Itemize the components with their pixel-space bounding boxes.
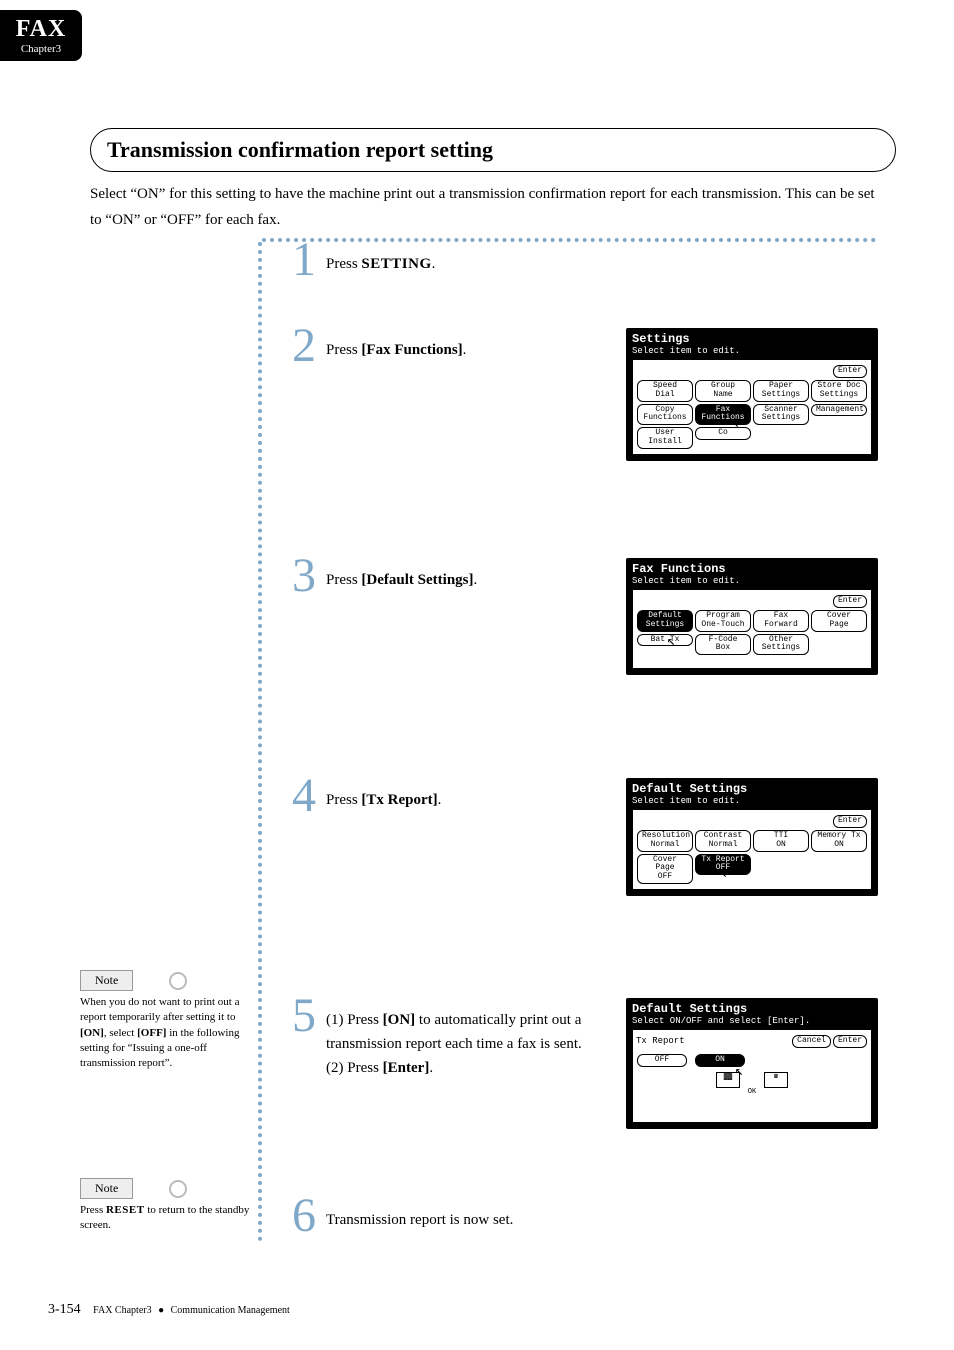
note-label: Note — [80, 970, 133, 991]
step-2: 2 Press [Fax Functions]. Settings Select… — [282, 322, 878, 552]
fax-forward-button[interactable]: Fax Forward — [753, 610, 809, 632]
step-text: Press [Default Settings]. — [326, 552, 608, 592]
cancel-button[interactable]: Cancel — [792, 1035, 831, 1048]
intro-paragraph: Select “ON” for this setting to have the… — [90, 182, 878, 233]
footer-chapter: FAX Chapter3 — [93, 1305, 151, 1316]
lcd-subtitle: Select ON/OFF and select [Enter]. — [632, 1016, 872, 1027]
cursor-icon: ↖ — [731, 416, 739, 433]
scanner-settings-button[interactable]: Scanner Settings — [753, 404, 809, 426]
off-button[interactable]: OFF — [637, 1054, 687, 1067]
ok-label: OK — [636, 1088, 868, 1096]
lcd-default-settings: Default Settings Select item to edit. En… — [626, 778, 878, 896]
lcd-subtitle: Select item to edit. — [632, 576, 872, 587]
cursor-icon: ↖ — [735, 1064, 743, 1081]
program-onetouch-button[interactable]: Program One-Touch — [695, 610, 751, 632]
lcd-fax-functions: Fax Functions Select item to edit. Enter… — [626, 558, 878, 675]
group-name-button[interactable]: Group Name — [695, 380, 751, 402]
lcd-title: Fax Functions — [632, 562, 872, 576]
memory-tx-button[interactable]: Memory TxON — [811, 830, 867, 852]
tab-title: FAX — [0, 16, 82, 43]
cover-page-button[interactable]: Cover Page — [811, 610, 867, 632]
tx-report-label: Tx Report — [636, 1036, 685, 1047]
other-settings-button[interactable]: Other Settings — [753, 634, 809, 656]
note-5: Note When you do not want to print out a… — [80, 970, 252, 1072]
cover-page-button[interactable]: Cover PageOFF — [637, 854, 693, 884]
paper-settings-button[interactable]: Paper Settings — [753, 380, 809, 402]
store-doc-button[interactable]: Store Doc Settings — [811, 380, 867, 402]
default-settings-button[interactable]: Default Settings — [637, 610, 693, 632]
lcd-subtitle: Select item to edit. — [632, 796, 872, 807]
batch-tx-button[interactable]: Bat Tx — [637, 634, 693, 647]
tti-button[interactable]: TTION — [753, 830, 809, 852]
enter-button[interactable]: Enter — [833, 595, 867, 608]
user-install-button[interactable]: User Install — [637, 427, 693, 449]
contrast-button[interactable]: ContrastNormal — [695, 830, 751, 852]
cursor-icon: ↖ — [667, 634, 675, 651]
step-number: 2 — [282, 322, 326, 370]
lcd-subtitle: Select item to edit. — [632, 346, 872, 357]
note-circle-icon — [169, 1180, 187, 1198]
note-label: Note — [80, 1178, 133, 1199]
tab-subtitle: Chapter3 — [0, 43, 82, 55]
step-text: Transmission report is now set. — [326, 1192, 878, 1232]
co-button[interactable]: Co — [695, 427, 751, 440]
enter-button[interactable]: Enter — [833, 815, 867, 828]
section-heading-text: Transmission confirmation report setting — [107, 137, 493, 162]
resolution-button[interactable]: ResolutionNormal — [637, 830, 693, 852]
fax-functions-button[interactable]: Fax Functions — [695, 404, 751, 426]
step-3: 3 Press [Default Settings]. Fax Function… — [282, 552, 878, 772]
lcd-tx-report: Default Settings Select ON/OFF and selec… — [626, 998, 878, 1129]
speed-dial-button[interactable]: Speed Dial — [637, 380, 693, 402]
lcd-title: Default Settings — [632, 782, 872, 796]
footer-section: Communication Management — [171, 1305, 290, 1316]
step-4: 4 Press [Tx Report]. Default Settings Se… — [282, 772, 878, 992]
enter-button[interactable]: Enter — [833, 365, 867, 378]
lcd-title: Settings — [632, 332, 872, 346]
page-number: 3-154 — [48, 1302, 81, 1317]
fax-machine-icon: ☎ — [764, 1072, 788, 1088]
chapter-tab: FAX Chapter3 — [0, 10, 82, 61]
lcd-settings: Settings Select item to edit. Enter Spee… — [626, 328, 878, 461]
step-number: 1 — [282, 236, 326, 284]
step-text: Press SETTING. — [326, 236, 878, 276]
fcode-box-button[interactable]: F-Code Box — [695, 634, 751, 656]
note-6: Note Press RESET to return to the standb… — [80, 1178, 252, 1234]
bullet-icon: ● — [158, 1305, 164, 1316]
note-circle-icon — [169, 972, 187, 990]
vertical-dots — [258, 242, 262, 1242]
lcd-title: Default Settings — [632, 1002, 872, 1016]
step-text: (1) Press [ON] to automatically print ou… — [326, 992, 608, 1080]
step-1: 1 Press SETTING. — [282, 236, 878, 322]
step-number: 5 — [282, 992, 326, 1040]
step-number: 4 — [282, 772, 326, 820]
step-number: 6 — [282, 1192, 326, 1240]
enter-button[interactable]: Enter — [833, 1035, 867, 1048]
section-heading: Transmission confirmation report setting — [90, 128, 896, 172]
step-6: 6 Transmission report is now set. — [282, 1192, 878, 1240]
page-footer: 3-154 FAX Chapter3 ● Communication Manag… — [48, 1302, 290, 1318]
step-text: Press [Fax Functions]. — [326, 322, 608, 362]
step-text: Press [Tx Report]. — [326, 772, 608, 812]
step-number: 3 — [282, 552, 326, 600]
management-button[interactable]: Management — [811, 404, 867, 417]
cursor-icon: ↖ — [719, 866, 727, 883]
copy-functions-button[interactable]: Copy Functions — [637, 404, 693, 426]
step-5: 5 (1) Press [ON] to automatically print … — [282, 992, 878, 1192]
